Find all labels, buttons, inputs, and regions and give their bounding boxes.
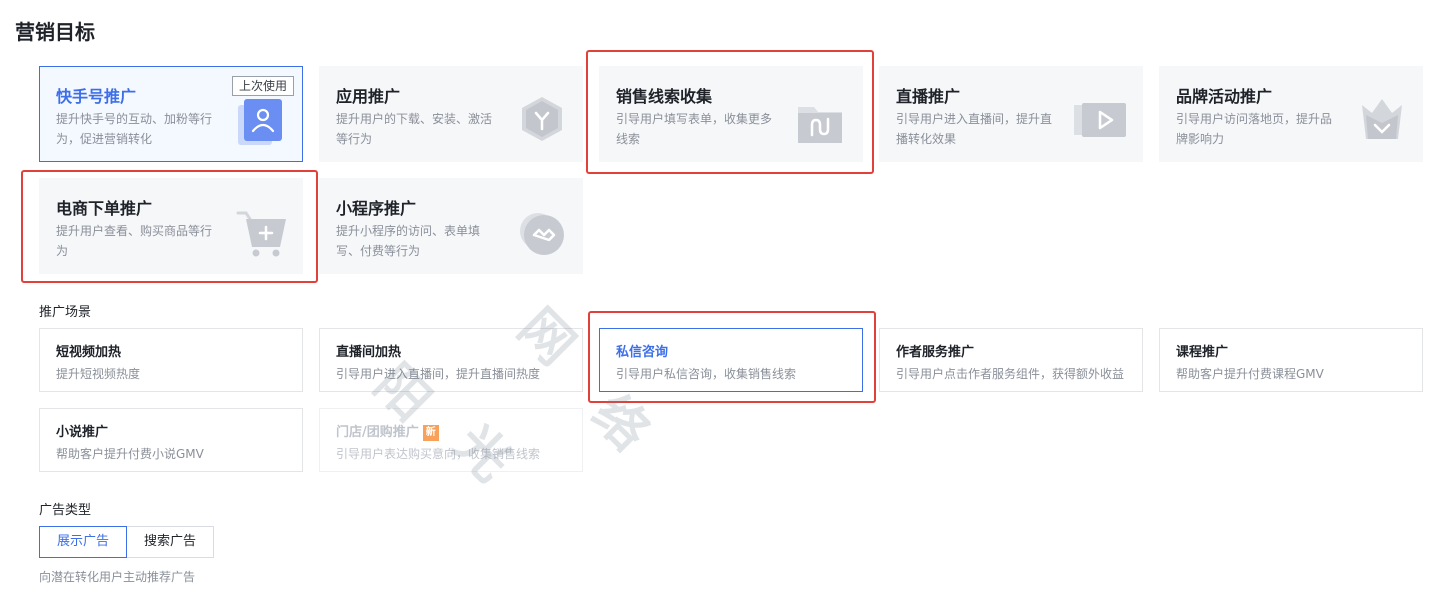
scene-section-label: 推广场景 <box>39 305 92 320</box>
play-video-icon <box>1074 103 1126 137</box>
scene-title: 课程推广 <box>1176 345 1229 360</box>
goal-card-ecommerce[interactable]: 电商下单推广 提升用户查看、购买商品等行为 <box>39 178 303 274</box>
scene-desc: 引导用户点击作者服务组件，获得额外收益 <box>896 367 1125 381</box>
goal-title: 快手号推广 <box>56 87 137 106</box>
goal-title: 应用推广 <box>336 87 401 106</box>
new-badge: 新 <box>422 425 439 441</box>
folder-form-icon <box>798 107 842 143</box>
scene-title: 私信咨询 <box>616 345 669 360</box>
goal-title: 电商下单推广 <box>56 199 153 218</box>
adtype-hint: 向潜在转化用户主动推荐广告 <box>39 570 196 584</box>
app-cube-icon <box>522 97 562 141</box>
scene-card-course[interactable]: 课程推广 帮助客户提升付费课程GMV <box>1159 328 1423 392</box>
scene-desc: 引导用户进入直播间，提升直播间热度 <box>336 367 541 381</box>
scene-desc: 帮助客户提升付费课程GMV <box>1176 367 1324 381</box>
scene-card-store-groupbuy: 门店/团购推广新 引导用户表达购买意向，收集销售线索 <box>319 408 583 472</box>
adtype-display-button[interactable]: 展示广告 <box>39 526 127 558</box>
scene-desc: 引导用户表达购买意向，收集销售线索 <box>336 447 541 461</box>
scene-title-text: 门店/团购推广 <box>336 425 419 440</box>
goal-desc: 提升用户的下载、安装、激活等行为 <box>336 112 493 146</box>
goal-card-app[interactable]: 应用推广 提升用户的下载、安装、激活等行为 <box>319 66 583 162</box>
scene-card-private-message[interactable]: 私信咨询 引导用户私信咨询，收集销售线索 <box>599 328 863 392</box>
scene-card-short-video[interactable]: 短视频加热 提升短视频热度 <box>39 328 303 392</box>
user-profile-icon <box>238 99 282 145</box>
goal-title: 品牌活动推广 <box>1176 87 1273 106</box>
goal-card-leads[interactable]: 销售线索收集 引导用户填写表单，收集更多线索 <box>599 66 863 162</box>
goal-desc: 提升用户查看、购买商品等行为 <box>56 224 213 258</box>
scene-desc: 提升短视频热度 <box>56 367 141 381</box>
scene-title: 短视频加热 <box>56 345 122 360</box>
scene-title: 直播间加热 <box>336 345 402 360</box>
scene-title: 小说推广 <box>56 425 109 440</box>
goal-card-kuaishou[interactable]: 快手号推广 提升快手号的互动、加粉等行为，促进营销转化 上次使用 <box>39 66 303 162</box>
scene-card-live-room[interactable]: 直播间加热 引导用户进入直播间，提升直播间热度 <box>319 328 583 392</box>
goal-desc: 引导用户访问落地页，提升品牌影响力 <box>1176 112 1333 146</box>
goal-desc: 提升小程序的访问、表单填写、付费等行为 <box>336 224 481 258</box>
goal-desc: 引导用户进入直播间，提升直播转化效果 <box>896 112 1053 146</box>
last-used-badge: 上次使用 <box>231 76 294 96</box>
scene-desc: 帮助客户提升付费小说GMV <box>56 447 204 461</box>
scene-desc: 引导用户私信咨询，收集销售线索 <box>616 367 797 381</box>
goal-card-live[interactable]: 直播推广 引导用户进入直播间，提升直播转化效果 <box>879 66 1143 162</box>
scene-card-author-service[interactable]: 作者服务推广 引导用户点击作者服务组件，获得额外收益 <box>879 328 1143 392</box>
goal-title: 销售线索收集 <box>616 87 713 106</box>
goal-card-miniprogram[interactable]: 小程序推广 提升小程序的访问、表单填写、付费等行为 <box>319 178 583 274</box>
page-title: 营销目标 <box>15 20 95 44</box>
crown-icon <box>1362 99 1402 139</box>
shopping-cart-icon <box>236 211 286 257</box>
goal-title: 直播推广 <box>896 87 961 106</box>
mini-program-icon <box>520 213 564 255</box>
goal-desc: 引导用户填写表单，收集更多线索 <box>616 112 773 146</box>
goal-card-brand[interactable]: 品牌活动推广 引导用户访问落地页，提升品牌影响力 <box>1159 66 1423 162</box>
adtype-section-label: 广告类型 <box>39 503 92 518</box>
adtype-search-button[interactable]: 搜索广告 <box>126 526 214 558</box>
scene-title: 作者服务推广 <box>896 345 975 360</box>
scene-card-novel[interactable]: 小说推广 帮助客户提升付费小说GMV <box>39 408 303 472</box>
goal-desc: 提升快手号的互动、加粉等行为，促进营销转化 <box>56 112 213 146</box>
scene-title: 门店/团购推广新 <box>336 421 439 441</box>
goal-title: 小程序推广 <box>336 199 417 218</box>
